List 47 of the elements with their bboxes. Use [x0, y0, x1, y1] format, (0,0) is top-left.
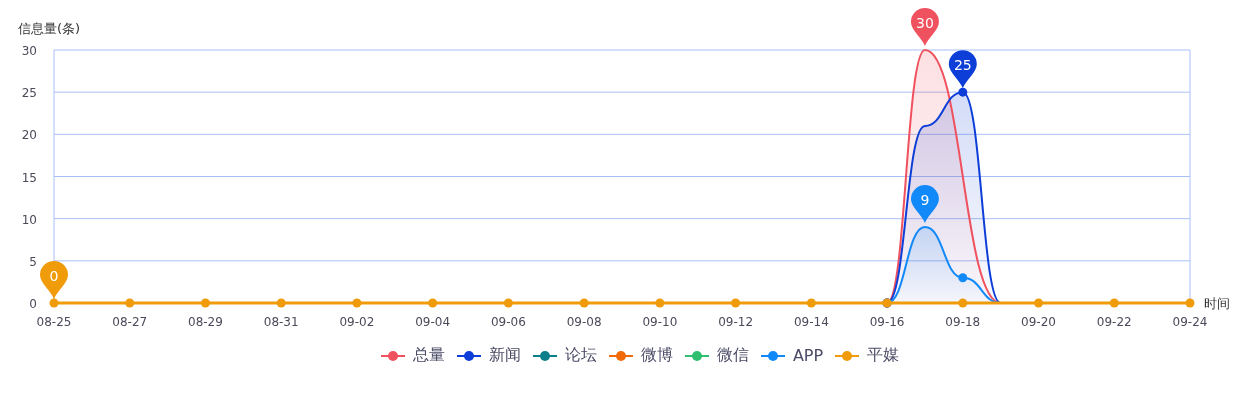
value-pin: 30	[910, 8, 939, 46]
tick-label: 09-06	[490, 315, 526, 329]
annotation: 25	[953, 57, 972, 74]
annotation: 30	[916, 15, 934, 31]
tick-label: 30	[21, 44, 37, 58]
x-axis-title: 时间	[1204, 296, 1230, 311]
tick-label: 09-12	[718, 315, 754, 329]
legend-item[interactable]: 总量	[412, 345, 445, 366]
legend-item[interactable]: 微博	[640, 345, 673, 366]
tick-label: 5	[29, 254, 37, 269]
tick-label: 09-20	[1021, 315, 1056, 329]
tick-label: 08-31	[263, 315, 299, 329]
legend-marker-icon	[380, 349, 405, 362]
tick-label: 08-27	[112, 315, 148, 329]
tick-label: 09-08	[566, 315, 602, 329]
legend-marker-icon	[684, 349, 709, 362]
tick-label: 20	[21, 128, 37, 143]
tick-label: 09-14	[793, 315, 829, 329]
tick-label: 09-02	[339, 315, 375, 329]
value-pin: 9	[910, 185, 939, 224]
legend-marker-icon	[456, 349, 481, 362]
tick-label: 25	[21, 86, 37, 101]
annotation: 9	[920, 192, 930, 209]
legend-item[interactable]: APP	[792, 346, 824, 365]
legend-item[interactable]: 微信	[716, 345, 749, 366]
legend-marker-icon	[532, 349, 557, 362]
legend-item[interactable]: 论坛	[564, 345, 597, 366]
y-axis-title: 信息量(条)	[18, 21, 81, 36]
tick-label: 0	[29, 297, 37, 311]
tick-label: 09-10	[642, 315, 678, 329]
value-pin: 25	[948, 50, 977, 89]
tick-label: 09-24	[1172, 315, 1208, 329]
tick-label: 10	[21, 212, 37, 227]
tick-label: 08-29	[188, 315, 223, 329]
tick-label: 08-25	[36, 315, 72, 329]
tick-label: 09-04	[415, 315, 451, 329]
legend-item[interactable]: 平媒	[867, 345, 900, 366]
legend-marker-icon	[835, 349, 860, 362]
tick-label: 09-22	[1096, 315, 1132, 329]
annotation: 0	[49, 268, 59, 284]
value-pin: 0	[40, 261, 68, 299]
legend-marker-icon	[760, 349, 785, 362]
tick-label: 09-16	[869, 315, 905, 329]
tick-label: 15	[21, 170, 37, 185]
legend-item[interactable]: 新闻	[488, 345, 521, 366]
legend-marker-icon	[608, 349, 633, 362]
tick-label: 09-18	[945, 315, 981, 329]
